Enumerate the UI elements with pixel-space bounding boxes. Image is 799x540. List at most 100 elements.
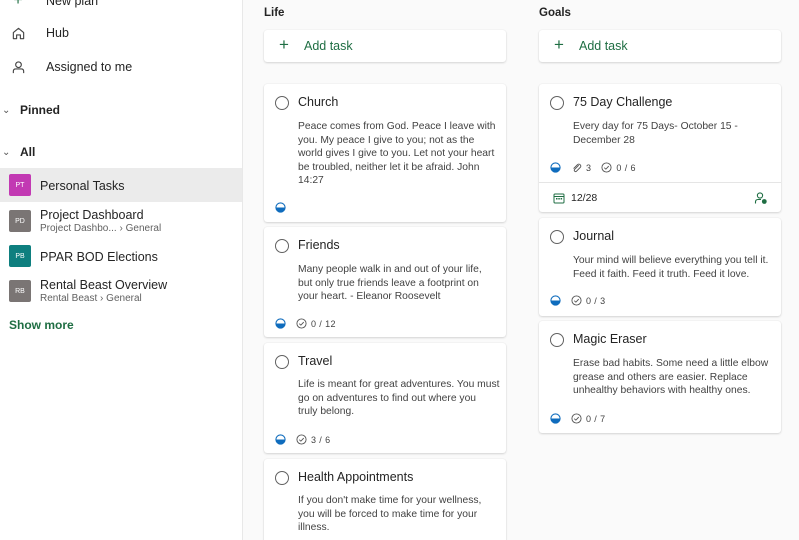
plan-group: Project Dashbo...	[40, 223, 117, 234]
pinned-label: Pinned	[20, 103, 61, 117]
plus-icon: +	[554, 35, 564, 54]
complete-task-checkbox[interactable]	[275, 239, 289, 253]
notes-line: illness.	[298, 522, 330, 534]
check-circle-icon	[296, 318, 307, 329]
progress-icon	[275, 434, 286, 445]
attachment-value: 3	[586, 162, 592, 173]
check-circle-icon	[571, 413, 582, 424]
plan-ppar-bod-elections[interactable]: PB PPAR BOD Elections	[0, 239, 242, 273]
task-card[interactable]: Friends Many people walk in and out of y…	[264, 227, 506, 337]
task-notes: Life is meant for great adventures. You …	[298, 378, 499, 419]
person-icon	[10, 59, 26, 75]
check-circle-icon	[296, 434, 307, 445]
task-footer: 0 / 12	[275, 318, 336, 329]
new-plan-button[interactable]: + New plan	[0, 0, 243, 16]
checklist-count: 0 / 6	[601, 162, 636, 173]
chevron-down-icon: ⌄	[2, 104, 11, 116]
task-card[interactable]: Church Peace comes from God. Peace I lea…	[264, 84, 506, 222]
paperclip-icon	[573, 163, 582, 173]
progress-icon	[275, 202, 286, 213]
task-footer: 0 / 3	[550, 295, 606, 306]
plan-badge: PB	[9, 245, 31, 267]
plus-icon: +	[279, 35, 289, 54]
new-plan-label: New plan	[46, 0, 99, 8]
task-card[interactable]: 75 Day Challenge Every day for 75 Days- …	[539, 84, 781, 212]
complete-task-checkbox[interactable]	[550, 230, 564, 244]
plan-location: Project Dashbo... › General	[40, 223, 161, 234]
notes-line: be troubled, neither let it be afraid. J…	[298, 161, 480, 173]
task-footer	[275, 202, 286, 213]
checklist-count: 0 / 7	[571, 413, 606, 424]
complete-task-checkbox[interactable]	[275, 96, 289, 110]
check-circle-icon	[601, 162, 612, 173]
due-date[interactable]: 12/28	[553, 192, 597, 204]
nav-hub[interactable]: Hub	[0, 18, 243, 48]
task-title: Health Appointments	[298, 470, 414, 484]
plan-name: Rental Beast Overview	[40, 278, 168, 292]
notes-line: Life is meant for great adventures. You …	[298, 379, 500, 390]
plan-name: Personal Tasks	[40, 179, 125, 193]
checklist-value: 0 / 12	[311, 318, 336, 329]
task-title: Magic Eraser	[573, 332, 647, 346]
all-label: All	[20, 145, 36, 159]
notes-line: your heart. - Eleanor Roosevelt	[298, 291, 441, 303]
task-card[interactable]: Journal Your mind will believe everythin…	[539, 218, 781, 316]
complete-task-checkbox[interactable]	[275, 471, 289, 485]
add-task-button-life[interactable]: + Add task	[264, 30, 506, 62]
notes-line: 14:27	[298, 175, 324, 187]
plan-project-dashboard[interactable]: PD Project Dashboard Project Dashbo... ›…	[0, 204, 242, 238]
plan-badge: PD	[9, 210, 31, 232]
complete-task-checkbox[interactable]	[550, 333, 564, 347]
checklist-value: 0 / 6	[616, 162, 636, 173]
plan-badge: RB	[9, 280, 31, 302]
progress-icon	[275, 318, 286, 329]
task-footer: 3 / 6	[275, 434, 331, 445]
notes-line: go on adventures to find out where you	[298, 392, 477, 404]
progress-icon	[550, 295, 561, 306]
plan-channel: General	[125, 223, 162, 234]
plan-rental-beast-overview[interactable]: RB Rental Beast Overview Rental Beast › …	[0, 274, 242, 308]
notes-line: but only true friends leave a footprint …	[298, 277, 479, 289]
nav-assigned-to-me[interactable]: Assigned to me	[0, 52, 243, 82]
plan-channel: General	[106, 293, 142, 304]
notes-line: you will be forced to make time for your	[298, 508, 478, 520]
task-notes: Your mind will believe everything you te…	[573, 254, 768, 281]
complete-task-checkbox[interactable]	[550, 96, 564, 110]
card-divider	[539, 182, 781, 183]
assign-person-icon[interactable]	[754, 191, 768, 205]
plan-name: PPAR BOD Elections	[40, 250, 158, 264]
notes-line: If you don't make time for your wellness…	[298, 495, 482, 506]
plan-name: Project Dashboard	[40, 208, 144, 222]
task-card[interactable]: Travel Life is meant for great adventure…	[264, 343, 506, 453]
due-date-value: 12/28	[571, 192, 598, 204]
chevron-down-icon: ⌄	[2, 146, 11, 158]
complete-task-checkbox[interactable]	[275, 355, 289, 369]
check-circle-icon	[571, 295, 582, 306]
bucket-title-goals: Goals	[539, 7, 571, 19]
notes-line: Feed it faith. Feed it truth. Feed it lo…	[573, 268, 750, 280]
chevron-right-icon: ›	[100, 293, 104, 304]
nav-hub-label: Hub	[46, 26, 69, 40]
notes-line: Erase bad habits. Some need a little elb…	[573, 358, 769, 369]
task-card[interactable]: Health Appointments If you don't make ti…	[264, 459, 506, 540]
show-more-link[interactable]: Show more	[9, 318, 74, 332]
plan-personal-tasks[interactable]: PT Personal Tasks	[0, 168, 242, 202]
notes-line: grease and others are easier. Replace	[573, 371, 748, 383]
add-task-button-goals[interactable]: + Add task	[539, 30, 781, 62]
task-footer: 0 / 7	[550, 413, 606, 424]
add-task-label: Add task	[304, 39, 353, 53]
notes-line: Your mind will believe everything you te…	[573, 255, 769, 266]
home-icon	[10, 25, 26, 41]
task-card[interactable]: Magic Eraser Erase bad habits. Some need…	[539, 321, 781, 433]
nav-assigned-label: Assigned to me	[46, 60, 133, 74]
plan-group: Rental Beast	[40, 293, 98, 304]
task-notes: Erase bad habits. Some need a little elb…	[573, 357, 768, 398]
checklist-count: 3 / 6	[296, 434, 331, 445]
calendar-icon	[553, 193, 565, 204]
task-title: Journal	[573, 229, 614, 243]
attachment-count: 3	[571, 162, 591, 173]
checklist-count: 0 / 12	[296, 318, 336, 329]
plan-badge: PT	[9, 174, 31, 196]
task-title: 75 Day Challenge	[573, 95, 673, 109]
bucket-title-life: Life	[264, 7, 285, 19]
